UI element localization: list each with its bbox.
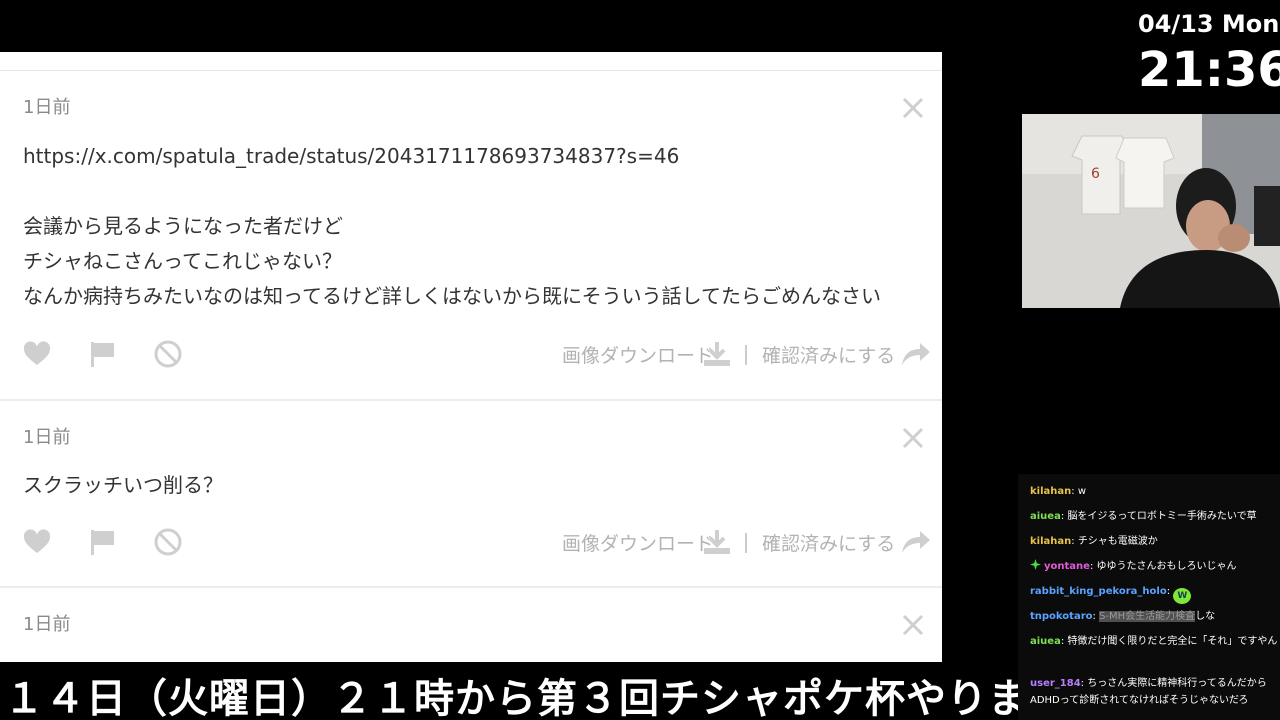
chat-highlight: S-MH会生活能力検査 [1099,611,1196,622]
download-icon[interactable] [702,339,732,369]
chat-username[interactable]: user_184 [1030,678,1081,689]
clock-display: 21:36: [1138,42,1280,98]
close-icon[interactable] [900,425,926,451]
chat-username[interactable]: aiuea [1030,636,1061,647]
emote-icon: W [1173,588,1192,604]
chat-message: kilahan: チシャも電磁波か [1030,533,1280,550]
chat-message: tnpokotaro: S-MH会生活能力検査しな [1030,608,1280,625]
chat-message: user_184: ちっさん実際に精神科行ってるんだからADHDって診断されてな… [1030,675,1280,709]
chat-message: yontane: ゆゆうたさんおもしろいじゃん [1030,558,1280,575]
chat-message: kilahan: w [1030,483,1280,500]
separator [745,533,747,553]
comment-feed: 1日前 https://x.com/spatula_trade/status/2… [0,52,942,662]
share-icon[interactable] [900,339,932,369]
webcam-feed: 6 [1022,114,1280,308]
chat-username[interactable]: kilahan [1030,536,1071,547]
chat-username[interactable]: yontane [1044,561,1090,572]
chat-text: 特徴だけ聞く限りだと完全に「それ」ですやん [1067,636,1278,647]
post-line: チシャねこさんってこれじゃない？ [23,249,342,273]
green-star-badge [1030,559,1041,570]
block-icon[interactable] [153,527,183,557]
post-time: 1日前 [23,97,71,118]
post-time: 1日前 [23,427,71,448]
chat-text: ゆゆうたさんおもしろいじゃん [1096,561,1237,572]
download-image-button[interactable]: 画像ダウンロード [562,529,714,556]
date-display: 04/13 Mon [1138,10,1280,38]
block-icon[interactable] [153,339,183,369]
comment-card: 1日前 https://x.com/spatula_trade/status/2… [0,71,942,399]
post-url[interactable]: https://x.com/spatula_trade/status/20431… [23,139,679,173]
chat-message: rabbit_king_pekora_holo: W [1030,583,1280,604]
comment-card: 1日前 [0,588,942,662]
post-time: 1日前 [23,614,71,635]
chat-text: しな [1195,611,1216,622]
post-line: スクラッチいつ削る？ [23,473,223,497]
comment-card: 1日前 スクラッチいつ削る？ 画像ダウンロード 確認済みにする [0,401,942,586]
close-icon[interactable] [900,95,926,121]
separator [745,345,747,365]
announcement-ticker: １４日（火曜日）２１時から第３回チシャポケ杯やります [0,664,1018,720]
download-image-button[interactable]: 画像ダウンロード [562,341,714,368]
chat-username[interactable]: kilahan [1030,486,1071,497]
close-icon[interactable] [900,612,926,638]
post-line: 会議から見るようになった者だけど [23,214,343,238]
post-line: なんか病持ちみたいなのは知ってるけど詳しくはないから既にそういう話してたらごめん… [23,284,881,308]
stream-screen: 04/13 Mon 21:36: 1日前 https://x.com/spatu… [0,0,1280,720]
action-bar: 画像ダウンロード 確認済みにする [0,525,942,559]
download-icon[interactable] [702,527,732,557]
heart-icon[interactable] [22,527,52,557]
chat-text: チシャも電磁波か [1077,536,1158,547]
mark-confirmed-button[interactable]: 確認済みにする [762,341,895,368]
svg-text:6: 6 [1091,166,1100,182]
chat-username[interactable]: aiuea [1030,511,1061,522]
action-bar: 画像ダウンロード 確認済みにする [0,337,942,371]
chat-username[interactable]: rabbit_king_pekora_holo [1030,586,1167,597]
chat-username[interactable]: tnpokotaro [1030,611,1093,622]
chat-text: w [1077,486,1086,497]
heart-icon[interactable] [22,339,52,369]
chat-text: 脳をイジるってロボトミー手術みたいで草 [1067,511,1257,522]
chat-message: aiuea: 特徴だけ聞く限りだと完全に「それ」ですやん [1030,633,1280,650]
mark-confirmed-button[interactable]: 確認済みにする [762,529,895,556]
flag-icon[interactable] [88,527,118,557]
ticker-text: １４日（火曜日）２１時から第３回チシャポケ杯やります [4,676,1018,720]
chat-message: aiuea: 脳をイジるってロボトミー手術みたいで草 [1030,508,1280,525]
chat-panel: kilahan: w aiuea: 脳をイジるってロボトミー手術みたいで草 ki… [1018,474,1280,720]
flag-icon[interactable] [88,339,118,369]
share-icon[interactable] [900,527,932,557]
